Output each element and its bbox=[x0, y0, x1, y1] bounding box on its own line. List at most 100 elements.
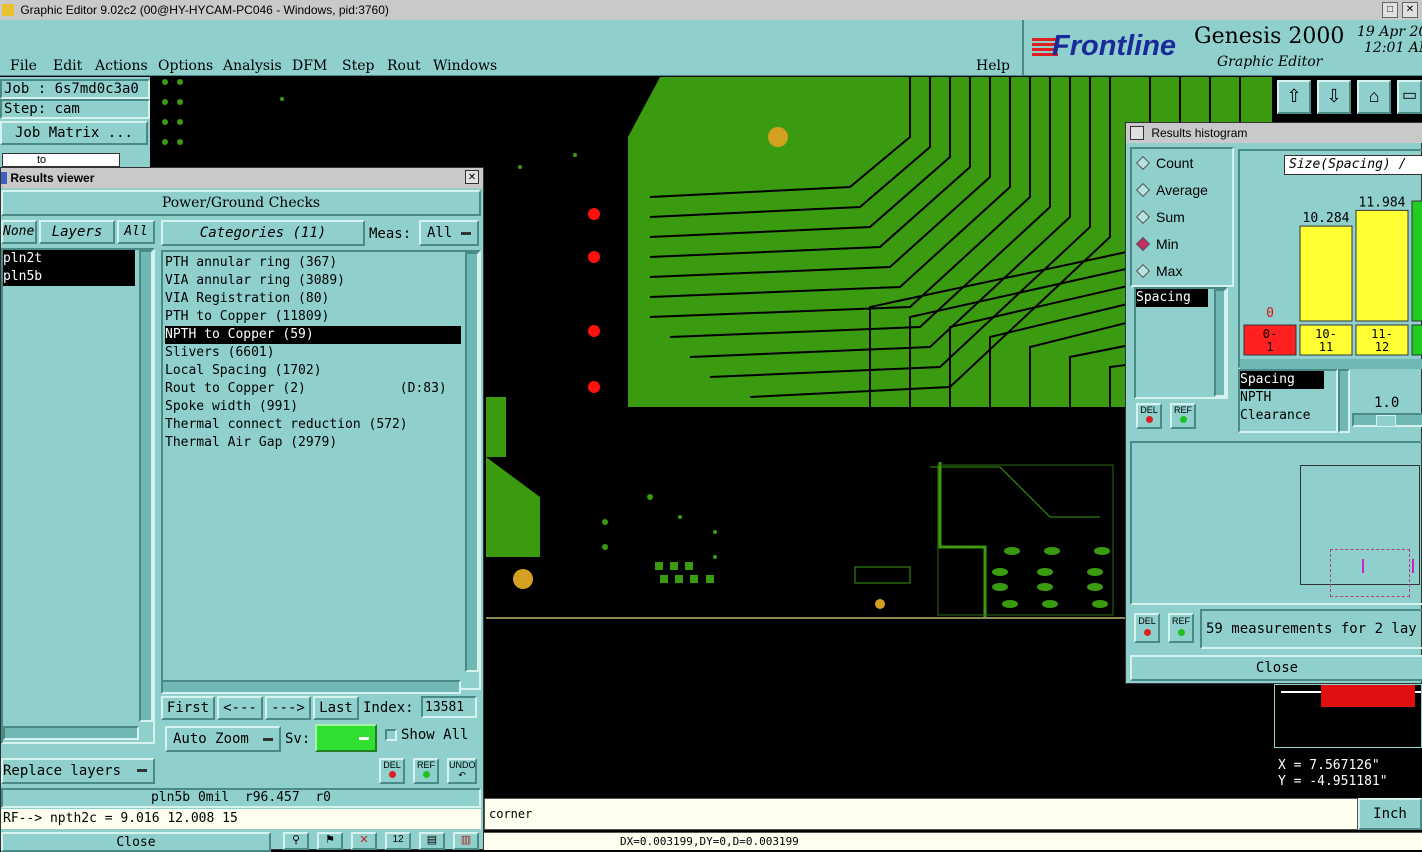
category-item-selected[interactable]: NPTH to Copper (59) bbox=[165, 326, 461, 344]
meas-list[interactable]: Spacing NPTH Clearance bbox=[1238, 369, 1338, 433]
category-item[interactable]: PTH annular ring (367) bbox=[165, 254, 461, 272]
menu-edit[interactable]: Edit bbox=[53, 58, 82, 74]
replace-layers-button[interactable]: Replace layers bbox=[1, 758, 155, 784]
close-window-button[interactable]: ✕ bbox=[1402, 2, 1418, 18]
categories-button[interactable]: Categories (11) bbox=[161, 220, 365, 246]
hist-del-button[interactable]: DEL bbox=[1134, 613, 1160, 643]
undo-button[interactable]: UNDO ↶ bbox=[447, 758, 477, 784]
category-item[interactable]: Slivers (6601) bbox=[165, 344, 461, 362]
hist-del-button-top[interactable]: DEL bbox=[1136, 403, 1162, 429]
flag-icon[interactable]: ⚑ bbox=[317, 832, 343, 850]
layer-item[interactable]: pln5b bbox=[3, 268, 135, 286]
pin-icon[interactable]: ⚲ bbox=[283, 832, 309, 850]
ref-button[interactable]: REF bbox=[413, 758, 439, 784]
first-button[interactable]: First bbox=[161, 696, 215, 720]
menu-options[interactable]: Options bbox=[158, 58, 213, 74]
menu-dfm[interactable]: DFM bbox=[292, 58, 327, 74]
stat-option[interactable]: Count bbox=[1135, 155, 1193, 171]
status-line: pln5b 0mil r96.457 r0 bbox=[1, 788, 481, 808]
dropdown-icon bbox=[263, 738, 273, 741]
histogram-icon[interactable]: ▥ bbox=[453, 832, 479, 850]
histogram-hscroll[interactable] bbox=[1240, 359, 1422, 369]
histogram-bar[interactable] bbox=[1411, 200, 1422, 322]
meas-list-scroll[interactable] bbox=[1338, 369, 1350, 433]
results-close-button[interactable]: Close bbox=[1, 832, 271, 852]
category-item[interactable]: Thermal connect reduction (572) bbox=[165, 416, 461, 434]
menu-rout[interactable]: Rout bbox=[387, 58, 421, 74]
histogram-close-button[interactable]: Close bbox=[1130, 655, 1422, 681]
show-all-checkbox[interactable] bbox=[385, 729, 397, 741]
stat-option[interactable]: Min bbox=[1135, 236, 1179, 252]
window-title-bar: Graphic Editor 9.02c2 (00@HY-HYCAM-PC046… bbox=[0, 0, 1422, 20]
meas-select[interactable]: All bbox=[419, 220, 479, 246]
results-viewer-titlebar: Results viewer ✕ bbox=[1, 168, 483, 188]
sv-color-select[interactable] bbox=[315, 724, 377, 752]
hist-ref-button[interactable]: REF bbox=[1168, 613, 1194, 643]
document-icon[interactable]: ▤ bbox=[419, 832, 445, 850]
menu-actions[interactable]: Actions bbox=[95, 58, 148, 74]
results-viewer-close-icon[interactable]: ✕ bbox=[465, 170, 479, 184]
upload-icon[interactable]: ⇧ bbox=[1277, 80, 1311, 114]
menu-windows[interactable]: Windows bbox=[433, 58, 497, 74]
layer-list-hscroll[interactable] bbox=[3, 726, 139, 740]
category-item[interactable]: Local Spacing (1702) bbox=[165, 362, 461, 380]
message-field: corner bbox=[484, 798, 1358, 830]
categories-vscroll[interactable] bbox=[465, 252, 479, 672]
meas-list-item[interactable]: Spacing bbox=[1240, 371, 1324, 389]
meas-list-item[interactable]: NPTH bbox=[1240, 389, 1336, 407]
download-icon[interactable]: ⇩ bbox=[1317, 80, 1351, 114]
index-input[interactable] bbox=[421, 696, 477, 718]
type-list-item[interactable]: Spacing bbox=[1136, 289, 1208, 307]
hist-ref-button-top[interactable]: REF bbox=[1170, 403, 1196, 429]
menu-step[interactable]: Step bbox=[342, 58, 374, 74]
category-item[interactable]: VIA annular ring (3089) bbox=[165, 272, 461, 290]
menu-help[interactable]: Help bbox=[976, 58, 1010, 74]
menu-analysis[interactable]: Analysis bbox=[223, 58, 282, 74]
categories-hscroll[interactable] bbox=[161, 680, 461, 694]
radio-selected-icon bbox=[1135, 236, 1151, 252]
category-item[interactable]: PTH to Copper (11809) bbox=[165, 308, 461, 326]
results-histogram-window: Results histogram Count Average Sum Min … bbox=[1125, 122, 1422, 684]
auto-zoom-button[interactable]: Auto Zoom bbox=[165, 726, 281, 752]
categories-list[interactable]: PTH annular ring (367) VIA annular ring … bbox=[161, 250, 481, 690]
meas-list-item[interactable]: Clearance bbox=[1240, 407, 1336, 425]
none-button[interactable]: None bbox=[1, 220, 37, 244]
category-item[interactable]: VIA Registration (80) bbox=[165, 290, 461, 308]
category-item[interactable]: Spoke width (991) bbox=[165, 398, 461, 416]
all-layers-button[interactable]: All bbox=[117, 220, 155, 244]
stat-option[interactable]: Max bbox=[1135, 263, 1182, 279]
layer-field[interactable]: to bbox=[2, 153, 120, 167]
stat-option[interactable]: Sum bbox=[1135, 209, 1185, 225]
units-button[interactable]: Inch bbox=[1358, 798, 1422, 830]
prev-button[interactable]: <--- bbox=[217, 696, 263, 720]
cross-icon[interactable]: ✕ bbox=[351, 832, 377, 850]
home-icon[interactable]: ⌂ bbox=[1357, 80, 1391, 114]
layers-button[interactable]: Layers bbox=[39, 220, 115, 244]
zoom-slider[interactable] bbox=[1352, 413, 1422, 427]
layer-list[interactable]: pln2t pln5b bbox=[1, 248, 155, 744]
numbered-icon[interactable]: 12 bbox=[385, 832, 411, 850]
category-item[interactable]: Thermal Air Gap (2979) bbox=[165, 434, 461, 452]
layer-list-vscroll[interactable] bbox=[139, 250, 153, 722]
menu-file[interactable]: File bbox=[10, 58, 37, 74]
del-label: DEL bbox=[383, 760, 401, 770]
layer-item[interactable]: pln2t bbox=[3, 250, 135, 268]
histogram-bar[interactable] bbox=[1355, 209, 1409, 322]
window-icon[interactable]: ▭ bbox=[1397, 80, 1422, 114]
meas-label: Meas: bbox=[369, 226, 412, 242]
copper-strip bbox=[486, 397, 506, 457]
job-matrix-button[interactable]: Job Matrix ... bbox=[0, 121, 148, 145]
minimize-button[interactable]: □ bbox=[1382, 2, 1398, 18]
next-button[interactable]: ---> bbox=[265, 696, 311, 720]
stat-option[interactable]: Average bbox=[1135, 182, 1208, 198]
category-item[interactable]: Rout to Copper (2) (D:83) bbox=[165, 380, 461, 398]
type-list[interactable]: Spacing bbox=[1134, 287, 1228, 399]
histogram-bar[interactable] bbox=[1299, 225, 1353, 322]
dropdown-icon bbox=[137, 769, 147, 772]
del-button[interactable]: DEL bbox=[379, 758, 405, 784]
brand-date: 19 Apr 201 bbox=[1357, 24, 1422, 40]
step-label: Step: cam bbox=[0, 99, 150, 119]
type-list-scroll[interactable] bbox=[1214, 289, 1226, 397]
slider-thumb[interactable] bbox=[1376, 415, 1396, 427]
last-button[interactable]: Last bbox=[313, 696, 359, 720]
